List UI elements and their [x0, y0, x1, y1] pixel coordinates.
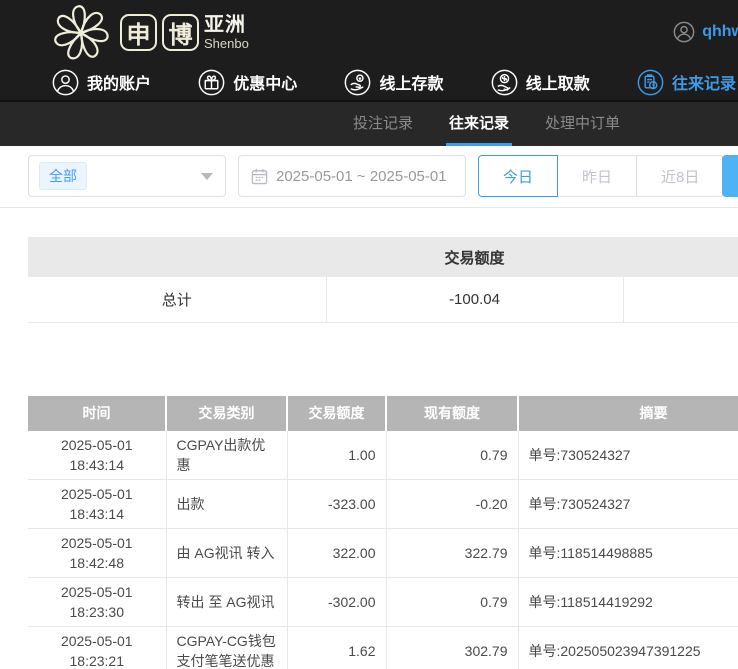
quick-date-buttons: 今日 昨日 近8日 — [478, 155, 724, 197]
column-header: 时间 — [28, 396, 166, 431]
cell-summary: 单号:202505023947391225 — [518, 626, 738, 669]
selected-type-tag[interactable]: 全部 — [39, 162, 87, 190]
nav-item-promotions[interactable]: 优惠中心 — [198, 69, 297, 96]
summary-header-amount: 交易额度 — [326, 237, 623, 277]
cell-time: 2025-05-01 18:42:48 — [28, 528, 166, 577]
logo-region-text: 亚洲 — [204, 15, 249, 35]
table-row: 2025-05-01 18:23:21CGPAY-CG钱包支付笔笔送优惠1.62… — [28, 626, 738, 669]
cell-amount: 1.62 — [287, 626, 386, 669]
cell-amount: 1.00 — [287, 431, 386, 480]
last-8-days-button[interactable]: 近8日 — [636, 155, 724, 197]
transactions-header-row: 时间交易类别交易额度现有额度摘要 — [28, 396, 738, 431]
withdraw-icon — [491, 69, 518, 96]
cell-time: 2025-05-01 18:43:14 — [28, 479, 166, 528]
cell-balance: 0.79 — [386, 577, 518, 626]
section-divider — [0, 207, 738, 208]
summary-header-empty — [623, 237, 738, 277]
column-header: 摘要 — [518, 396, 738, 431]
cell-balance: 302.79 — [386, 626, 518, 669]
tab-transaction-records[interactable]: 往来记录 — [446, 102, 512, 146]
table-row: 2025-05-01 18:43:14出款-323.00-0.20单号:7305… — [28, 479, 738, 528]
summary-total-row: 总计 -100.04 — [28, 277, 738, 322]
nav-item-withdraw[interactable]: 线上取款 — [491, 69, 590, 96]
gift-icon — [198, 69, 225, 96]
logo-subtitle-text: Shenbo — [204, 37, 249, 50]
cell-amount: -323.00 — [287, 479, 386, 528]
column-header: 交易额度 — [287, 396, 386, 431]
top-header: 申 博 亚洲 Shenbo qhhw — [0, 0, 738, 64]
nav-label: 往来记录 — [672, 70, 736, 94]
table-row: 2025-05-01 18:42:48由 AG视讯 转入322.00322.79… — [28, 528, 738, 577]
summary-total-extra — [623, 277, 738, 322]
search-button[interactable] — [722, 155, 738, 197]
date-range-value: 2025-05-01 ~ 2025-05-01 — [276, 168, 447, 185]
cell-summary: 单号:730524327 — [518, 479, 738, 528]
column-header: 交易类别 — [166, 396, 287, 431]
cell-time: 2025-05-01 18:43:14 — [28, 431, 166, 480]
nav-item-deposit[interactable]: 线上存款 — [344, 69, 443, 96]
cell-type: CGPAY-CG钱包支付笔笔送优惠 — [166, 626, 287, 669]
cell-summary: 单号:730524327 — [518, 431, 738, 480]
nav-item-my-account[interactable]: 我的账户 — [52, 69, 151, 96]
brand-logo[interactable]: 申 博 亚洲 Shenbo — [50, 2, 249, 62]
cell-type: 出款 — [166, 479, 287, 528]
cell-summary: 单号:118514498885 — [518, 528, 738, 577]
cell-type: CGPAY出款优惠 — [166, 431, 287, 480]
nav-label: 线上存款 — [379, 70, 443, 94]
record-subtabs: 投注记录 往来记录 处理中订单 — [0, 102, 738, 146]
cell-balance: 0.79 — [386, 431, 518, 480]
cell-time: 2025-05-01 18:23:21 — [28, 626, 166, 669]
cell-amount: 322.00 — [287, 528, 386, 577]
main-nav: 我的账户 优惠中心 线上存款 线上取款 — [0, 64, 738, 102]
logo-char-bo: 博 — [162, 14, 199, 51]
cell-type: 由 AG视讯 转入 — [166, 528, 287, 577]
summary-total-label: 总计 — [28, 277, 326, 322]
cell-balance: -0.20 — [386, 479, 518, 528]
filter-row: 全部 2025-05-01 ~ 2025-05-01 今日 昨日 近8日 — [28, 155, 738, 197]
yesterday-button[interactable]: 昨日 — [557, 155, 637, 197]
date-range-input[interactable]: 2025-05-01 ~ 2025-05-01 — [238, 155, 466, 197]
logo-char-shen: 申 — [120, 14, 157, 51]
user-account-area[interactable]: qhhw — [673, 0, 738, 64]
summary-table: 交易额度 总计 -100.04 — [28, 237, 738, 323]
flower-logo-icon — [50, 2, 112, 62]
cell-time: 2025-05-01 18:23:30 — [28, 577, 166, 626]
nav-label: 线上取款 — [526, 70, 590, 94]
calendar-icon — [251, 168, 268, 185]
cell-balance: 322.79 — [386, 528, 518, 577]
nav-item-transaction-records[interactable]: 往来记录 — [637, 69, 736, 96]
tab-pending-orders[interactable]: 处理中订单 — [542, 102, 623, 146]
cell-amount: -302.00 — [287, 577, 386, 626]
cell-type: 转出 至 AG视讯 — [166, 577, 287, 626]
nav-label: 优惠中心 — [233, 70, 297, 94]
transactions-table: 时间交易类别交易额度现有额度摘要 2025-05-01 18:43:14CGPA… — [28, 396, 738, 669]
user-icon — [52, 69, 79, 96]
cell-summary: 单号:118514419292 — [518, 577, 738, 626]
type-filter-select[interactable]: 全部 — [28, 155, 226, 197]
table-row: 2025-05-01 18:43:14CGPAY出款优惠1.000.79单号:7… — [28, 431, 738, 480]
nav-label: 我的账户 — [87, 70, 151, 94]
summary-header-row: 交易额度 — [28, 237, 738, 277]
column-header: 现有额度 — [386, 396, 518, 431]
table-row: 2025-05-01 18:23:30转出 至 AG视讯-302.000.79单… — [28, 577, 738, 626]
summary-header-empty — [28, 237, 326, 277]
username-text[interactable]: qhhw — [702, 23, 738, 41]
records-icon — [637, 69, 664, 96]
summary-total-value: -100.04 — [326, 277, 623, 322]
tab-betting-records[interactable]: 投注记录 — [350, 102, 416, 146]
chevron-down-icon — [201, 173, 213, 180]
summary-table-container: 交易额度 总计 -100.04 — [28, 237, 738, 323]
deposit-icon — [344, 69, 371, 96]
transactions-table-container: 时间交易类别交易额度现有额度摘要 2025-05-01 18:43:14CGPA… — [28, 396, 738, 669]
avatar-icon — [673, 21, 695, 43]
today-button[interactable]: 今日 — [478, 155, 558, 197]
